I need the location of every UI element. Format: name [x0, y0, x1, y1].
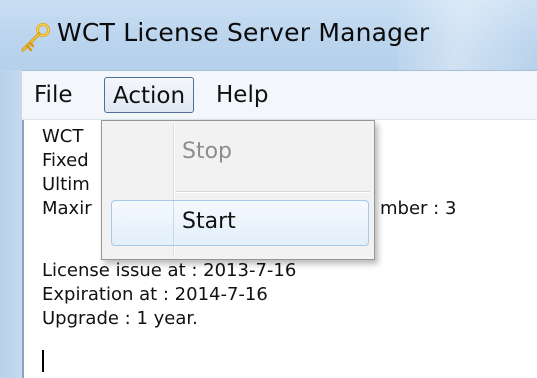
highlight-gutter-separator	[173, 201, 174, 245]
menu-action[interactable]: Action	[104, 77, 195, 113]
content-line-expiration: Expiration at : 2014-7-16	[42, 284, 268, 305]
menu-help[interactable]: Help	[208, 77, 276, 113]
menu-item-stop[interactable]: Stop	[182, 139, 232, 164]
content-line-fixed: Fixed	[42, 150, 89, 171]
content-line-max-suffix: mber : 3	[380, 198, 457, 219]
text-caret	[42, 350, 44, 372]
content-line-upgrade: Upgrade : 1 year.	[42, 308, 198, 329]
content-line-product: WCT	[42, 126, 84, 147]
window-title: WCT License Server Manager	[57, 18, 430, 47]
content-line-max-prefix: Maxir	[42, 198, 92, 219]
content-line-ultimate: Ultim	[42, 174, 90, 195]
key-icon	[21, 23, 50, 52]
action-dropdown-menu: Stop Start	[101, 120, 375, 260]
menu-separator	[176, 191, 370, 192]
content-line-issue-date: License issue at : 2013-7-16	[42, 260, 297, 281]
window-frame-left	[0, 70, 22, 378]
menu-file[interactable]: File	[26, 77, 81, 113]
menu-item-start[interactable]: Start	[182, 209, 236, 234]
menu-bar: File Action Help	[22, 70, 537, 120]
menu-item-start-highlight[interactable]	[111, 200, 369, 246]
